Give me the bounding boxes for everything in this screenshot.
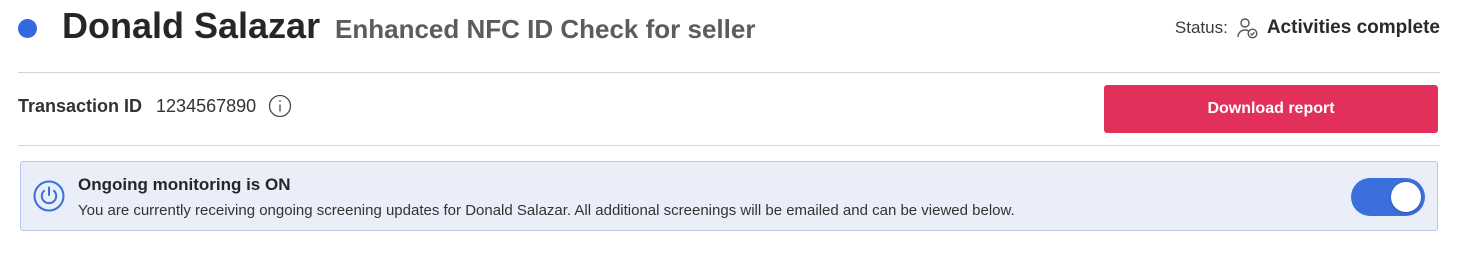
check-type-title: Enhanced NFC ID Check for seller (335, 14, 756, 44)
monitoring-title: Ongoing monitoring is ON (78, 175, 291, 194)
status-value: Activities complete (1266, 17, 1440, 38)
download-report-button[interactable]: Download report (1104, 85, 1438, 133)
toggle-knob (1391, 182, 1421, 212)
page-header: Donald Salazar Enhanced NFC ID Check for… (0, 0, 1466, 72)
monitoring-banner: Ongoing monitoring is ON You are current… (20, 161, 1438, 231)
transaction-row: Transaction ID 1234567890 (18, 94, 292, 118)
user-check-icon (1235, 16, 1259, 40)
person-name: Donald Salazar (62, 5, 321, 46)
info-icon[interactable] (268, 94, 292, 118)
transaction-id-value: 1234567890 (156, 95, 257, 116)
status-dot (18, 19, 37, 38)
power-icon (33, 180, 65, 212)
status-indicator: Status: Activities complete (1175, 15, 1440, 41)
divider (18, 72, 1440, 73)
divider (18, 145, 1440, 146)
monitoring-toggle[interactable] (1351, 178, 1425, 216)
transaction-id-label: Transaction ID (18, 95, 143, 116)
monitoring-description: You are currently receiving ongoing scre… (78, 202, 1015, 219)
status-label: Status: (1174, 18, 1228, 37)
